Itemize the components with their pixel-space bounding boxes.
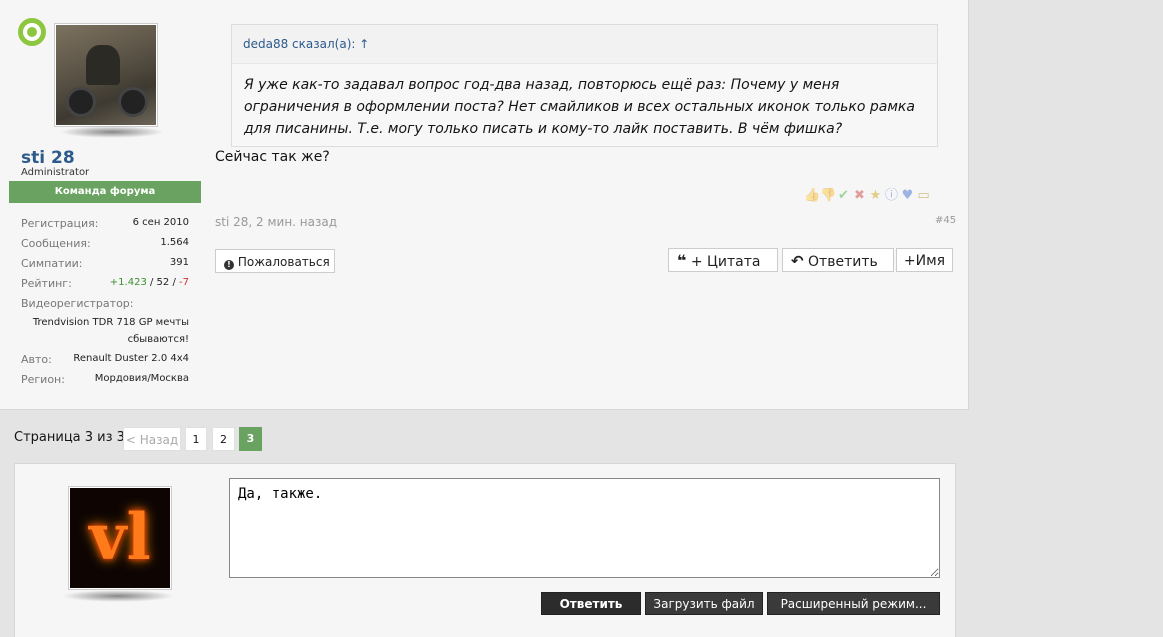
quote-label: + Цитата bbox=[690, 254, 761, 270]
post-message: Сейчас так же? bbox=[215, 149, 330, 165]
rider-shape bbox=[86, 45, 120, 85]
meta-time[interactable]: 2 мин. назад bbox=[256, 215, 337, 229]
fire-logo-image: vl bbox=[70, 488, 170, 588]
info-value: 391 bbox=[169, 257, 189, 268]
reply-button[interactable]: ↶ Ответить bbox=[782, 248, 894, 272]
rating-separator: / bbox=[146, 277, 157, 288]
reactions-bar: 👍 👎 ✔ ✖ ★ ⓘ ♥ ▭ bbox=[804, 188, 931, 203]
avatar-shadow bbox=[60, 126, 164, 138]
info-value: Мордовия/Москва bbox=[94, 373, 189, 384]
quote-header[interactable]: deda88 сказал(а): ↑ bbox=[232, 25, 937, 64]
avatar-image bbox=[56, 25, 156, 125]
post-number[interactable]: #45 bbox=[935, 215, 956, 226]
wheel-shape bbox=[118, 87, 148, 117]
quote-button[interactable]: ❝ + Цитата bbox=[668, 248, 778, 272]
post-meta: sti 28, 2 мин. назад bbox=[215, 215, 337, 229]
author-title: Administrator bbox=[21, 167, 90, 178]
current-user-avatar: vl bbox=[68, 486, 172, 590]
info-value: 6 сен 2010 bbox=[132, 217, 189, 228]
pagination-page-1[interactable]: 1 bbox=[185, 427, 207, 451]
alert-icon: ! bbox=[224, 260, 234, 270]
report-label: Пожаловаться bbox=[237, 255, 330, 269]
info-value[interactable]: 1.564 bbox=[160, 237, 189, 248]
quote-icon: ❝ bbox=[677, 251, 687, 270]
report-button[interactable]: ! Пожаловаться bbox=[215, 249, 335, 273]
reply-textarea[interactable]: Да, также. bbox=[229, 478, 940, 578]
quote-text: Я уже как-то задавал вопрос год-два наза… bbox=[244, 77, 915, 137]
check-icon[interactable]: ✔ bbox=[836, 188, 851, 203]
info-icon[interactable]: ⓘ bbox=[884, 188, 899, 203]
rating-neutral: 52 bbox=[156, 277, 170, 288]
heart-icon[interactable]: ♥ bbox=[900, 188, 915, 203]
box-icon[interactable]: ▭ bbox=[916, 188, 931, 203]
rating-positive: +1.423 bbox=[109, 277, 147, 288]
cross-icon[interactable]: ✖ bbox=[852, 188, 867, 203]
thumbs-up-icon[interactable]: 👍 bbox=[804, 188, 820, 203]
info-value: Renault Duster 2.0 4x4 bbox=[73, 353, 189, 364]
info-label: Авто: bbox=[21, 353, 52, 366]
info-region: Регион: Мордовия/Москва bbox=[21, 373, 189, 386]
info-rating: Рейтинг: +1.423 / 52 / -7 bbox=[21, 277, 189, 290]
reply-label: Ответить bbox=[808, 254, 878, 270]
wheel-shape bbox=[66, 87, 96, 117]
pagination-prev[interactable]: < Назад bbox=[123, 427, 181, 451]
star-icon[interactable]: ★ bbox=[868, 188, 883, 203]
author-avatar[interactable] bbox=[54, 23, 158, 127]
info-recorder-value: Trendvision TDR 718 GP мечты сбываются! bbox=[32, 317, 189, 345]
info-label: Рейтинг: bbox=[21, 277, 72, 290]
info-label: Регион: bbox=[21, 373, 65, 386]
info-label: Регистрация: bbox=[21, 217, 99, 230]
online-status-icon bbox=[18, 18, 46, 46]
meta-author[interactable]: sti 28 bbox=[215, 215, 248, 229]
info-label: Сообщения: bbox=[21, 237, 91, 250]
info-label: Симпатии: bbox=[21, 257, 83, 270]
rating-negative: -7 bbox=[179, 277, 189, 288]
pagination-page-current[interactable]: 3 bbox=[239, 427, 262, 451]
mention-name-button[interactable]: +Имя bbox=[896, 248, 953, 272]
rating-values: +1.423 / 52 / -7 bbox=[110, 277, 189, 288]
info-messages: Сообщения: 1.564 bbox=[21, 237, 189, 250]
info-registration: Регистрация: 6 сен 2010 bbox=[21, 217, 189, 230]
post-container: sti 28 Administrator Команда форума Реги… bbox=[0, 0, 969, 410]
advanced-mode-button[interactable]: Расширенный режим... bbox=[767, 592, 940, 615]
upload-file-button[interactable]: Загрузить файл bbox=[645, 592, 763, 615]
submit-reply-button[interactable]: Ответить bbox=[541, 592, 641, 615]
team-banner: Команда форума bbox=[9, 181, 201, 203]
meta-separator: , bbox=[248, 215, 257, 229]
rating-separator: / bbox=[169, 277, 180, 288]
author-username[interactable]: sti 28 bbox=[21, 148, 75, 168]
info-label: Видеорегистратор: bbox=[21, 297, 134, 310]
info-recorder-label: Видеорегистратор: bbox=[21, 297, 189, 310]
info-likes: Симпатии: 391 bbox=[21, 257, 189, 270]
info-car: Авто: Renault Duster 2.0 4x4 bbox=[21, 353, 189, 366]
thumbs-down-icon[interactable]: 👎 bbox=[820, 188, 836, 203]
page-label: Страница 3 из 3 bbox=[14, 430, 125, 445]
avatar-shadow bbox=[62, 590, 174, 602]
pagination-page-2[interactable]: 2 bbox=[212, 427, 235, 451]
quote-block: deda88 сказал(а): ↑ Я уже как-то задавал… bbox=[231, 24, 938, 147]
reply-arrow-icon: ↶ bbox=[791, 252, 804, 270]
